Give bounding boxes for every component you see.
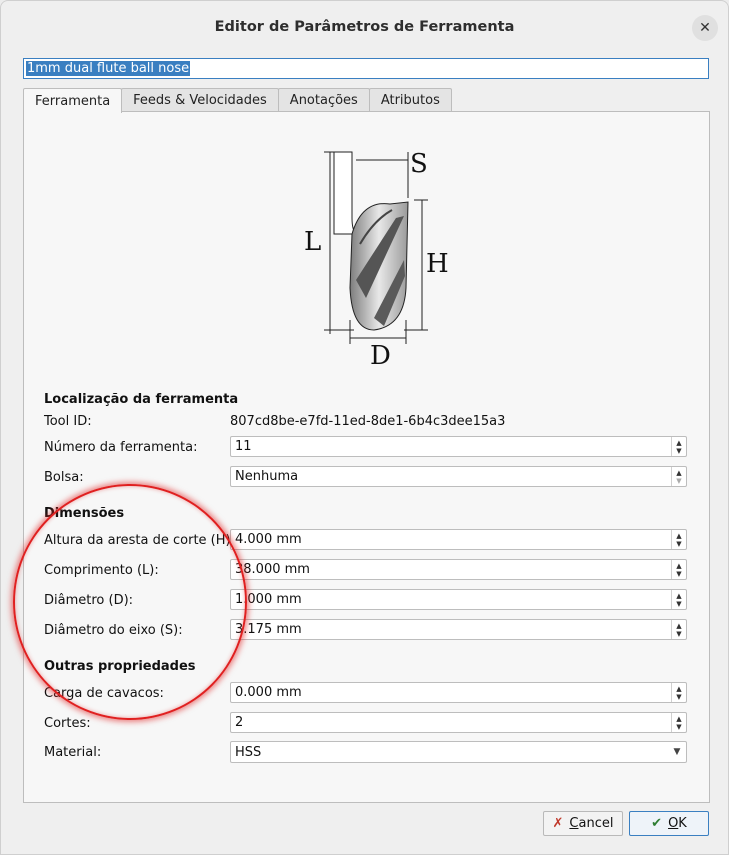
material-label: Material: — [44, 745, 102, 760]
cancel-icon: ✗ — [552, 816, 564, 831]
cutting-height-spinbox[interactable]: 4.000 mm ▲ ▼ — [230, 529, 687, 550]
tool-number-spinbox[interactable]: 11 ▲ ▼ — [230, 436, 687, 457]
chipload-label: Carga de cavacos: — [44, 686, 164, 701]
section-location-title: Localização da ferramenta — [44, 392, 239, 407]
length-spinbox[interactable]: 38.000 mm ▲ ▼ — [230, 559, 687, 580]
tab-anotacoes[interactable]: Anotações — [277, 88, 370, 112]
cancel-button[interactable]: ✗ Cancel — [543, 811, 623, 836]
spin-arrows[interactable]: ▲ ▼ — [671, 437, 686, 456]
tool-number-label: Número da ferramenta: — [44, 440, 198, 455]
chipload-spinbox[interactable]: 0.000 mm ▲ ▼ — [230, 682, 687, 703]
flutes-spinbox[interactable]: 2 ▲ ▼ — [230, 712, 687, 733]
ok-button[interactable]: ✔ OK — [629, 811, 709, 836]
tab-bar: Ferramenta Feeds & Velocidades Anotações… — [23, 88, 452, 113]
spin-arrows[interactable]: ▲ ▼ — [671, 560, 686, 579]
spin-arrows[interactable]: ▲ ▼ — [671, 713, 686, 732]
tool-number-value: 11 — [235, 439, 252, 454]
tool-editor-dialog: Editor de Parâmetros de Ferramenta ✕ 1mm… — [0, 0, 729, 855]
shank-diameter-spinbox[interactable]: 3.175 mm ▲ ▼ — [230, 619, 687, 640]
diagram-label-h: H — [426, 249, 449, 279]
spin-arrows[interactable]: ▲ ▼ — [671, 620, 686, 639]
length-label: Comprimento (L): — [44, 563, 159, 578]
tab-ferramenta[interactable]: Ferramenta — [23, 88, 123, 113]
window-title: Editor de Parâmetros de Ferramenta — [214, 19, 515, 35]
tool-id-label: Tool ID: — [44, 414, 92, 429]
pocket-label: Bolsa: — [44, 470, 84, 485]
length-value: 38.000 mm — [235, 562, 310, 577]
ok-button-label: OK — [668, 816, 687, 831]
ok-icon: ✔ — [651, 816, 663, 831]
tool-diagram: S L H D — [304, 149, 449, 368]
cutting-height-value: 4.000 mm — [235, 532, 302, 547]
pocket-value: Nenhuma — [235, 469, 299, 484]
spin-arrows[interactable]: ▲ ▼ — [671, 530, 686, 549]
diameter-spinbox[interactable]: 1.000 mm ▲ ▼ — [230, 589, 687, 610]
spin-arrows[interactable]: ▲ ▼ — [671, 467, 686, 486]
section-dimensions-title: Dimensões — [44, 506, 125, 521]
flutes-value: 2 — [235, 715, 244, 730]
tool-name-value: 1mm dual flute ball nose — [26, 61, 191, 76]
tab-feeds-velocidades[interactable]: Feeds & Velocidades — [121, 88, 279, 112]
diameter-value: 1.000 mm — [235, 592, 302, 607]
diagram-label-l: L — [304, 227, 321, 257]
diameter-label: Diâmetro (D): — [44, 593, 134, 608]
cutting-height-label: Altura da aresta de corte (H): — [44, 533, 235, 548]
diagram-label-s: S — [410, 149, 428, 179]
material-value: HSS — [235, 744, 262, 760]
section-other-title: Outras propriedades — [44, 659, 196, 674]
tab-panel-ferramenta: S L H D Localização da ferramenta Tool I… — [23, 111, 710, 803]
close-button[interactable]: ✕ — [692, 15, 718, 41]
cancel-button-label: Cancel — [569, 816, 614, 831]
material-select[interactable]: HSS ▼ — [230, 741, 687, 763]
diagram-label-d: D — [370, 341, 391, 368]
tab-atributos[interactable]: Atributos — [368, 88, 452, 112]
spin-arrows[interactable]: ▲ ▼ — [671, 683, 686, 702]
flutes-label: Cortes: — [44, 716, 91, 731]
shank-diameter-label: Diâmetro do eixo (S): — [44, 623, 183, 638]
chipload-value: 0.000 mm — [235, 685, 302, 700]
spin-arrows[interactable]: ▲ ▼ — [671, 590, 686, 609]
title-bar: Editor de Parâmetros de Ferramenta ✕ — [1, 1, 728, 53]
shank-diameter-value: 3.175 mm — [235, 622, 302, 637]
close-icon: ✕ — [699, 20, 711, 36]
pocket-spinbox[interactable]: Nenhuma ▲ ▼ — [230, 466, 687, 487]
chevron-down-icon: ▼ — [673, 747, 681, 757]
tool-name-input[interactable]: 1mm dual flute ball nose — [23, 58, 709, 79]
tool-id-value: 807cd8be-e7fd-11ed-8de1-6b4c3dee15a3 — [230, 414, 506, 429]
